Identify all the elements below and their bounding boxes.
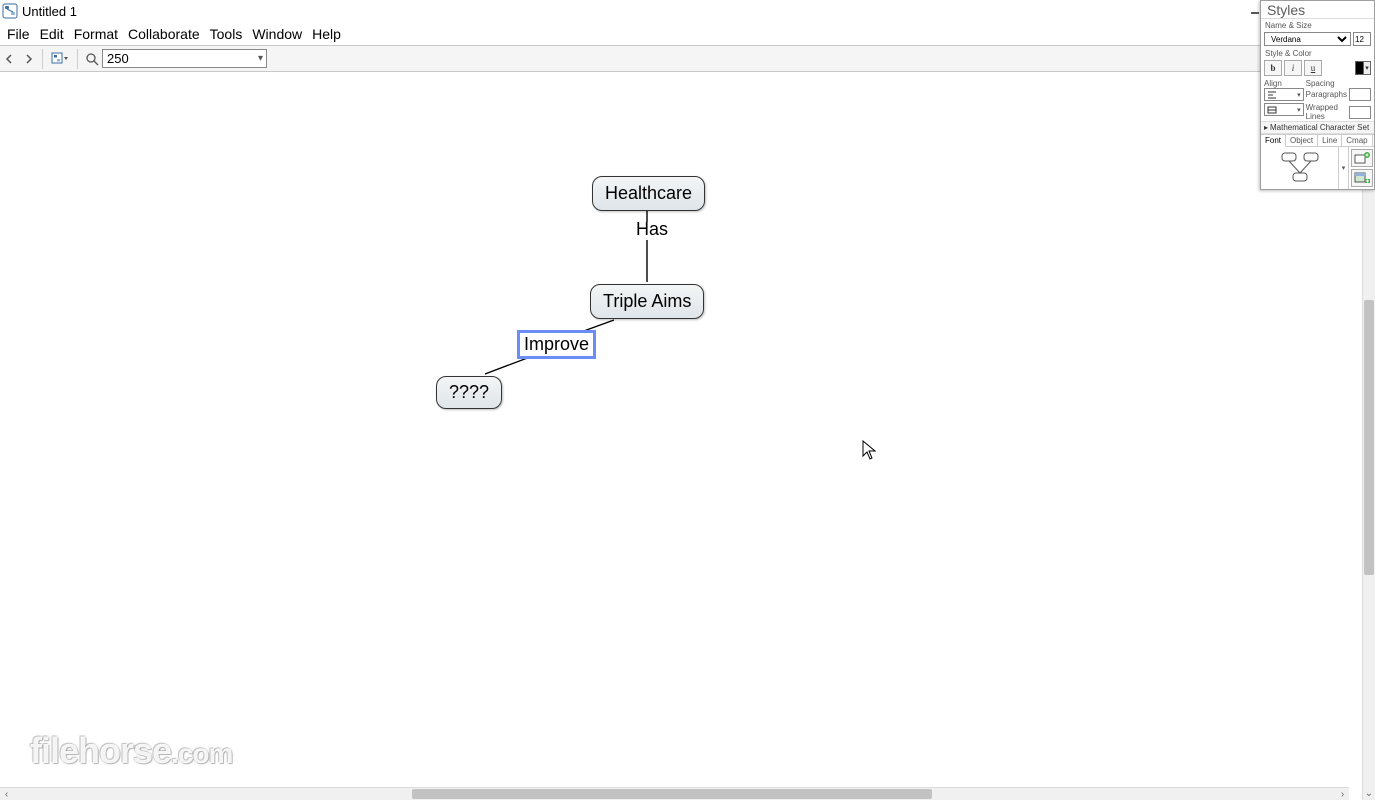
styles-panel[interactable]: Styles Name & Size Verdana Style & Color… <box>1260 0 1375 190</box>
app-icon <box>2 3 18 19</box>
font-name-select[interactable]: Verdana <box>1264 32 1351 46</box>
bold-button[interactable]: b <box>1264 60 1282 76</box>
tab-line[interactable]: Line <box>1318 135 1342 146</box>
node-triple-aims[interactable]: Triple Aims <box>590 284 704 319</box>
align-vertical-combo[interactable]: ▾ <box>1264 103 1304 116</box>
toolbar-sep-2 <box>77 49 78 69</box>
cmap-canvas[interactable]: Healthcare Has Triple Aims Improve ???? … <box>0 72 1362 800</box>
section-name-size-label: Name & Size <box>1261 19 1374 31</box>
styles-panel-title: Styles <box>1263 2 1370 18</box>
chevron-down-icon: ▾ <box>1297 106 1301 114</box>
watermark-tld: .com <box>171 738 232 769</box>
scroll-left-icon[interactable]: ‹ <box>0 788 13 800</box>
section-align-label: Align <box>1264 79 1304 88</box>
menu-tools[interactable]: Tools <box>205 24 248 44</box>
workspace: Healthcare Has Triple Aims Improve ???? … <box>0 72 1375 800</box>
add-to-palette-button[interactable] <box>1351 169 1373 187</box>
styles-tabs: Font Object Line Cmap <box>1261 134 1374 146</box>
watermark: filehorse.com <box>30 730 232 772</box>
link-improve-editing[interactable]: Improve <box>520 333 593 356</box>
style-preview-dropdown[interactable]: ▾ <box>1338 147 1348 189</box>
menu-help[interactable]: Help <box>307 24 346 44</box>
scroll-right-icon[interactable]: › <box>1336 788 1349 800</box>
align-horizontal-combo[interactable]: ▾ <box>1264 88 1304 101</box>
math-charset-expander[interactable]: ▸ Mathematical Character Set <box>1261 121 1374 134</box>
wrapped-lines-label: Wrapped Lines <box>1306 103 1347 121</box>
zoom-input[interactable] <box>102 49 267 68</box>
scroll-down-icon[interactable]: ⌄ <box>1363 787 1375 800</box>
zoom-icon[interactable] <box>84 49 100 69</box>
style-palette-area: ▾ <box>1261 146 1374 189</box>
title-bar: Untitled 1 <box>0 0 1375 22</box>
underline-button[interactable]: u <box>1304 60 1322 76</box>
menu-bar: File Edit Format Collaborate Tools Windo… <box>0 22 1375 45</box>
node-unknown[interactable]: ???? <box>436 376 502 409</box>
text-color-swatch[interactable]: ▾ <box>1355 61 1371 75</box>
section-style-color-label: Style & Color <box>1261 47 1374 59</box>
styles-panel-titlebar[interactable]: Styles <box>1261 1 1374 19</box>
toolbar-sep-1 <box>42 49 43 69</box>
horizontal-scroll-thumb[interactable] <box>412 789 932 799</box>
tab-cmap[interactable]: Cmap <box>1342 135 1372 146</box>
menu-collaborate[interactable]: Collaborate <box>123 24 205 44</box>
menu-window[interactable]: Window <box>247 24 307 44</box>
menu-edit[interactable]: Edit <box>35 24 69 44</box>
nav-back-button[interactable] <box>2 49 18 69</box>
horizontal-scrollbar[interactable]: ‹ › <box>0 787 1349 800</box>
tab-object[interactable]: Object <box>1286 135 1318 146</box>
tab-font[interactable]: Font <box>1261 135 1286 147</box>
toolbar: ▾ <box>0 46 1375 72</box>
paragraphs-label: Paragraphs <box>1306 90 1347 99</box>
zoom-combo[interactable]: ▾ <box>102 49 267 68</box>
window-title: Untitled 1 <box>22 4 77 19</box>
menu-format[interactable]: Format <box>69 24 123 44</box>
math-charset-label: Mathematical Character Set <box>1270 123 1369 132</box>
section-spacing-label: Spacing <box>1306 79 1371 88</box>
font-size-input[interactable] <box>1353 32 1371 46</box>
vertical-scroll-thumb[interactable] <box>1364 300 1374 575</box>
menu-file[interactable]: File <box>2 24 35 44</box>
expand-right-icon: ▸ <box>1264 123 1268 132</box>
link-has[interactable]: Has <box>632 218 672 241</box>
node-healthcare[interactable]: Healthcare <box>592 176 705 211</box>
views-dropdown-button[interactable] <box>49 49 71 69</box>
chevron-down-icon: ▾ <box>1297 91 1301 99</box>
nav-forward-button[interactable] <box>20 49 36 69</box>
new-style-button[interactable] <box>1351 149 1373 167</box>
paragraph-spacing-input[interactable] <box>1349 88 1371 101</box>
wrapped-lines-spacing-input[interactable] <box>1349 106 1371 119</box>
italic-button[interactable]: i <box>1284 60 1302 76</box>
minimize-icon[interactable] <box>1249 4 1261 16</box>
chevron-down-icon: ▾ <box>1342 164 1346 172</box>
style-preview[interactable] <box>1261 147 1338 189</box>
watermark-brand: filehorse <box>30 730 171 771</box>
